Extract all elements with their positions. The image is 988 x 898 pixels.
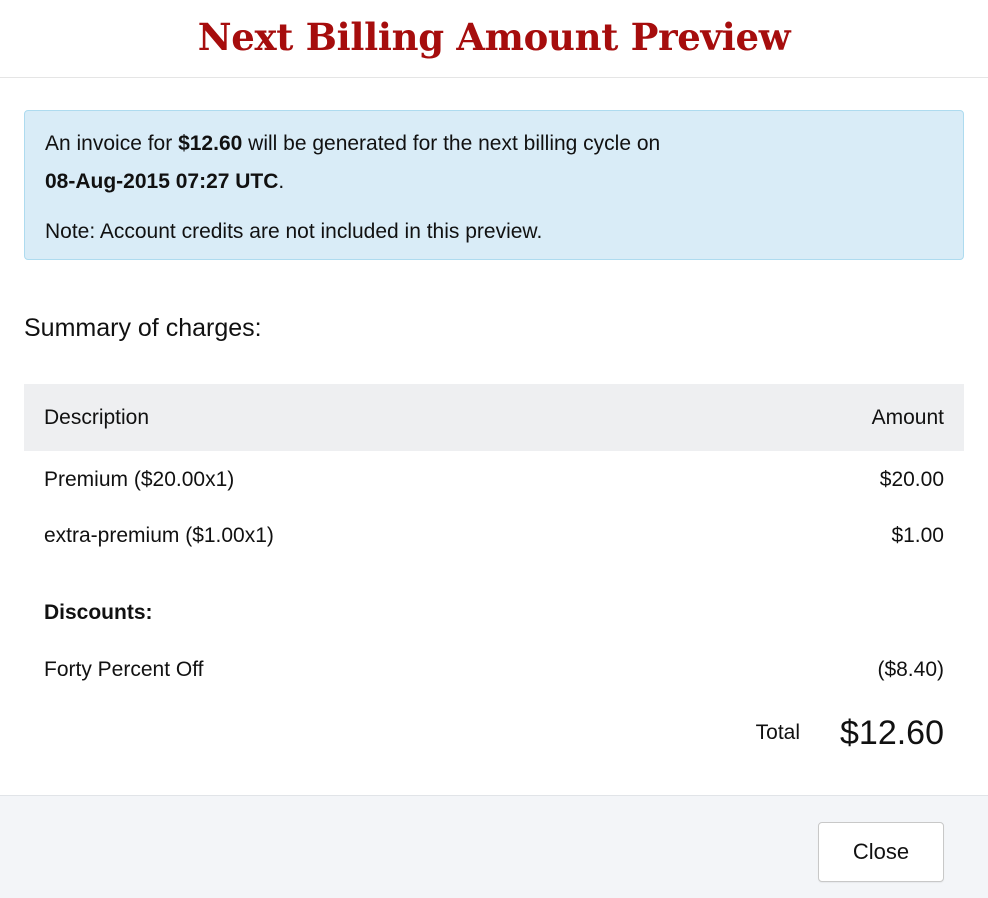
row-amount: $20.00: [879, 467, 944, 491]
discounts-label: Discounts:: [44, 600, 153, 624]
discount-description: Forty Percent Off: [44, 657, 204, 681]
table-header: Description Amount: [24, 384, 964, 451]
table-row: extra-premium ($1.00x1) $1.00: [24, 508, 964, 564]
invoice-date: 08-Aug-2015 07:27 UTC: [45, 170, 279, 193]
modal-footer: Close: [0, 795, 988, 898]
table-row: Premium ($20.00x1) $20.00: [24, 451, 964, 508]
invoice-amount: $12.60: [178, 132, 243, 155]
total-value: $12.60: [840, 713, 944, 752]
row-description: extra-premium ($1.00x1): [44, 524, 274, 547]
discounts-heading-row: Discounts:: [24, 564, 964, 641]
column-description: Description: [44, 405, 150, 429]
summary-heading: Summary of charges:: [24, 314, 262, 342]
invoice-message: An invoice for $12.60 will be generated …: [45, 125, 943, 201]
invoice-middle: will be generated for the next billing c…: [242, 132, 661, 155]
table-row: Forty Percent Off ($8.40): [24, 641, 964, 698]
close-button[interactable]: Close: [818, 822, 944, 882]
charges-table: Description Amount Premium ($20.00x1) $2…: [24, 384, 964, 768]
row-amount: $1.00: [891, 524, 944, 547]
row-description: Premium ($20.00x1): [44, 467, 235, 491]
total-label: Total: [755, 721, 800, 744]
invoice-prefix: An invoice for: [45, 132, 179, 155]
modal-header: Next Billing Amount Preview: [0, 0, 988, 78]
credits-note: Note: Account credits are not included i…: [45, 220, 543, 243]
invoice-suffix: .: [278, 170, 285, 193]
invoice-info-alert: An invoice for $12.60 will be generated …: [24, 110, 964, 260]
total-row: Total $12.60: [24, 698, 964, 768]
column-amount: Amount: [871, 405, 944, 429]
discount-amount: ($8.40): [877, 657, 944, 681]
billing-preview-modal: Next Billing Amount Preview An invoice f…: [0, 0, 988, 898]
page-title: Next Billing Amount Preview: [197, 14, 791, 59]
